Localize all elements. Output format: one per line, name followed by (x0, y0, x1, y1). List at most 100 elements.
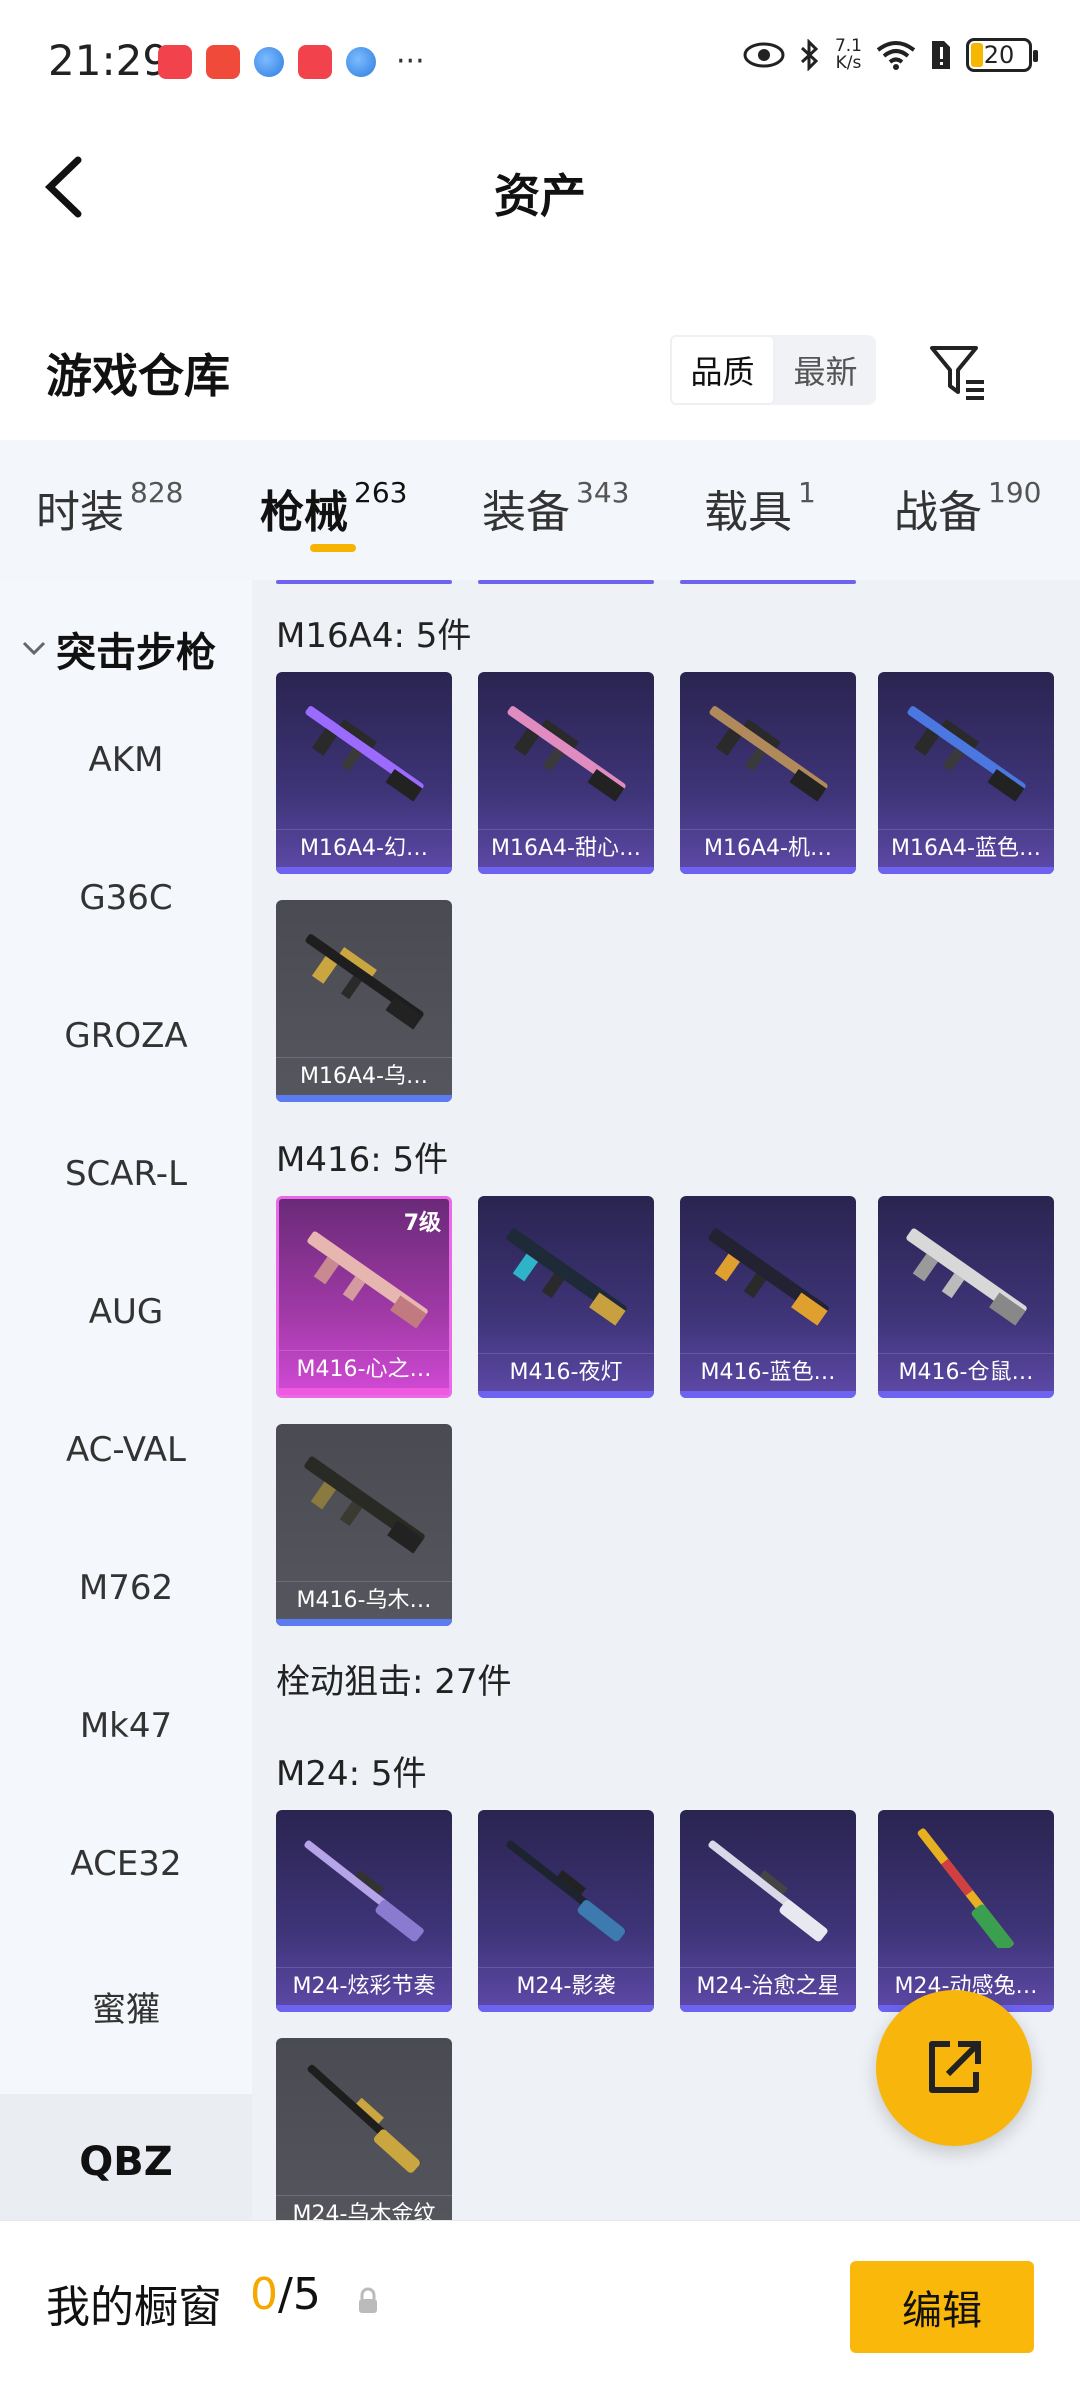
skin-name: M16A4-蓝色… (878, 829, 1054, 867)
m416-skin-image (708, 1228, 829, 1326)
skin-name: M24-炫彩节奏 (276, 1967, 452, 2005)
skin-card[interactable]: M416-乌木… (276, 1424, 452, 1626)
sidebar-item-ace32[interactable]: ACE32 (0, 1844, 252, 1884)
tab-supplies[interactable]: 战备 190 (894, 476, 1041, 540)
rarity-bar (878, 867, 1054, 874)
sidebar-category-assault-rifles[interactable]: 突击步枪 (20, 620, 216, 678)
m416-skin-image (906, 1228, 1027, 1326)
m16a4-skin-image (907, 706, 1026, 802)
tab-count: 1 (798, 476, 816, 509)
skin-card[interactable]: 7级 M416-心之… (276, 1196, 452, 1398)
speed-unit: K/s (835, 53, 862, 73)
warehouse-header: 游戏仓库 品质 最新 (0, 310, 1080, 430)
sort-toggle: 品质 最新 (670, 335, 876, 405)
m416-skin-image (307, 1231, 428, 1329)
skin-card[interactable]: M16A4-甜心… (478, 672, 654, 874)
skin-card[interactable]: M416-夜灯 (478, 1196, 654, 1398)
sidebar-item-honey-badger[interactable]: 蜜獾 (0, 1982, 252, 2031)
m24-skin-image (304, 1840, 424, 1942)
sidebar-item-m762[interactable]: M762 (0, 1568, 252, 1608)
sort-quality-button[interactable]: 品质 (670, 335, 775, 405)
external-share-icon (929, 2041, 981, 2093)
rarity-bar (478, 1391, 654, 1398)
filter-button[interactable] (926, 340, 990, 404)
share-button[interactable] (876, 1990, 1032, 2146)
battery-level: 20 (983, 41, 1015, 69)
card-edge (680, 580, 856, 584)
status-time: 21:29 (48, 36, 170, 85)
skin-card[interactable]: M24-动感兔… (878, 1810, 1054, 2012)
tab-count: 190 (988, 476, 1042, 509)
skin-card[interactable]: M16A4-机… (680, 672, 856, 874)
skin-name: M24-乌木金纹 (276, 2195, 452, 2220)
skin-card[interactable]: M416-蓝色… (680, 1196, 856, 1398)
m24-skin-image (708, 1840, 828, 1942)
weapon-sidebar: 突击步枪 AKM G36C GROZA SCAR-L AUG AC-VAL M7… (0, 580, 252, 2230)
skin-card[interactable]: M24-炫彩节奏 (276, 1810, 452, 2012)
sidebar-item-aug[interactable]: AUG (0, 1292, 252, 1332)
rarity-bar (680, 2005, 856, 2012)
skin-name: M416-夜灯 (478, 1353, 654, 1391)
showcase-title: 我的橱窗 (46, 2282, 222, 2333)
group-title-m416: M416: 5件 (276, 1140, 449, 1180)
rarity-bar (276, 1619, 452, 1626)
tab-outfits[interactable]: 时装 828 (36, 476, 183, 540)
tab-count: 263 (354, 476, 408, 509)
rarity-bar (478, 867, 654, 874)
group-title-m24: M24: 5件 (276, 1754, 427, 1794)
skin-card[interactable]: M24-治愈之星 (680, 1810, 856, 2012)
sort-newest-button[interactable]: 最新 (775, 335, 876, 405)
skin-name: M24-治愈之星 (680, 1967, 856, 2005)
sidebar-item-akm[interactable]: AKM (0, 740, 252, 780)
sidebar-item-groza[interactable]: GROZA (0, 1016, 252, 1056)
sidebar-item-qbz[interactable]: QBZ (0, 2094, 252, 2230)
tab-count: 828 (130, 476, 184, 509)
m16a4-skin-image (305, 934, 424, 1030)
active-tab-indicator (310, 544, 356, 552)
sidebar-item-mk47[interactable]: Mk47 (0, 1706, 252, 1746)
skin-card[interactable]: M16A4-蓝色… (878, 672, 1054, 874)
tab-guns[interactable]: 枪械 263 (260, 476, 407, 540)
chevron-down-icon (22, 641, 46, 656)
nav-bar: 资产 (0, 120, 1080, 250)
m16a4-skin-image (709, 706, 828, 802)
rarity-bar (680, 867, 856, 874)
edit-button[interactable]: 编辑 (850, 2261, 1034, 2353)
skin-card[interactable]: M24-影袭 (478, 1810, 654, 2012)
m24-skin-image (307, 2064, 421, 2173)
skin-card[interactable]: M16A4-幻… (276, 672, 452, 874)
group-title-bolt-action: 栓动狙击: 27件 (276, 1662, 512, 1702)
eye-icon (743, 42, 785, 68)
sidebar-item-ac-val[interactable]: AC-VAL (0, 1430, 252, 1470)
system-indicators: 7.1 K/s 20 (743, 38, 1038, 73)
filter-icon (930, 346, 984, 400)
battery-icon: 20 (966, 38, 1038, 72)
card-edge (276, 580, 452, 584)
skin-card[interactable]: M16A4-乌… (276, 900, 452, 1102)
category-tabs: 时装 828 枪械 263 装备 343 载具 1 战备 190 (0, 440, 1080, 580)
browser-app-icon (254, 46, 284, 77)
tab-label: 载具 (704, 487, 792, 538)
skin-name: M416-心之… (279, 1350, 449, 1388)
m24-skin-image (917, 1828, 1014, 1948)
rarity-bar (878, 1391, 1054, 1398)
sidebar-category-label: 突击步枪 (56, 630, 216, 676)
warehouse-title: 游戏仓库 (46, 349, 230, 403)
sidebar-item-scar-l[interactable]: SCAR-L (0, 1154, 252, 1194)
shopping-app-icon (158, 44, 192, 79)
sidebar-item-g36c[interactable]: G36C (0, 878, 252, 918)
skin-card[interactable]: M416-仓鼠… (878, 1196, 1054, 1398)
tab-label: 枪械 (260, 487, 348, 538)
skin-card[interactable]: M24-乌木金纹 (276, 2038, 452, 2220)
group-title-m16a4: M16A4: 5件 (276, 616, 472, 656)
showcase-count: 0/5 (250, 2269, 321, 2320)
bluetooth-icon (800, 39, 819, 71)
card-edge (478, 580, 654, 584)
skin-name: M16A4-乌… (276, 1057, 452, 1095)
tab-equipment[interactable]: 装备 343 (482, 476, 629, 540)
skin-name: M16A4-机… (680, 829, 856, 867)
alert-app-icon (206, 44, 240, 79)
tab-vehicles[interactable]: 载具 1 (704, 476, 816, 540)
page-title: 资产 (494, 169, 586, 223)
skin-name: M416-仓鼠… (878, 1353, 1054, 1391)
